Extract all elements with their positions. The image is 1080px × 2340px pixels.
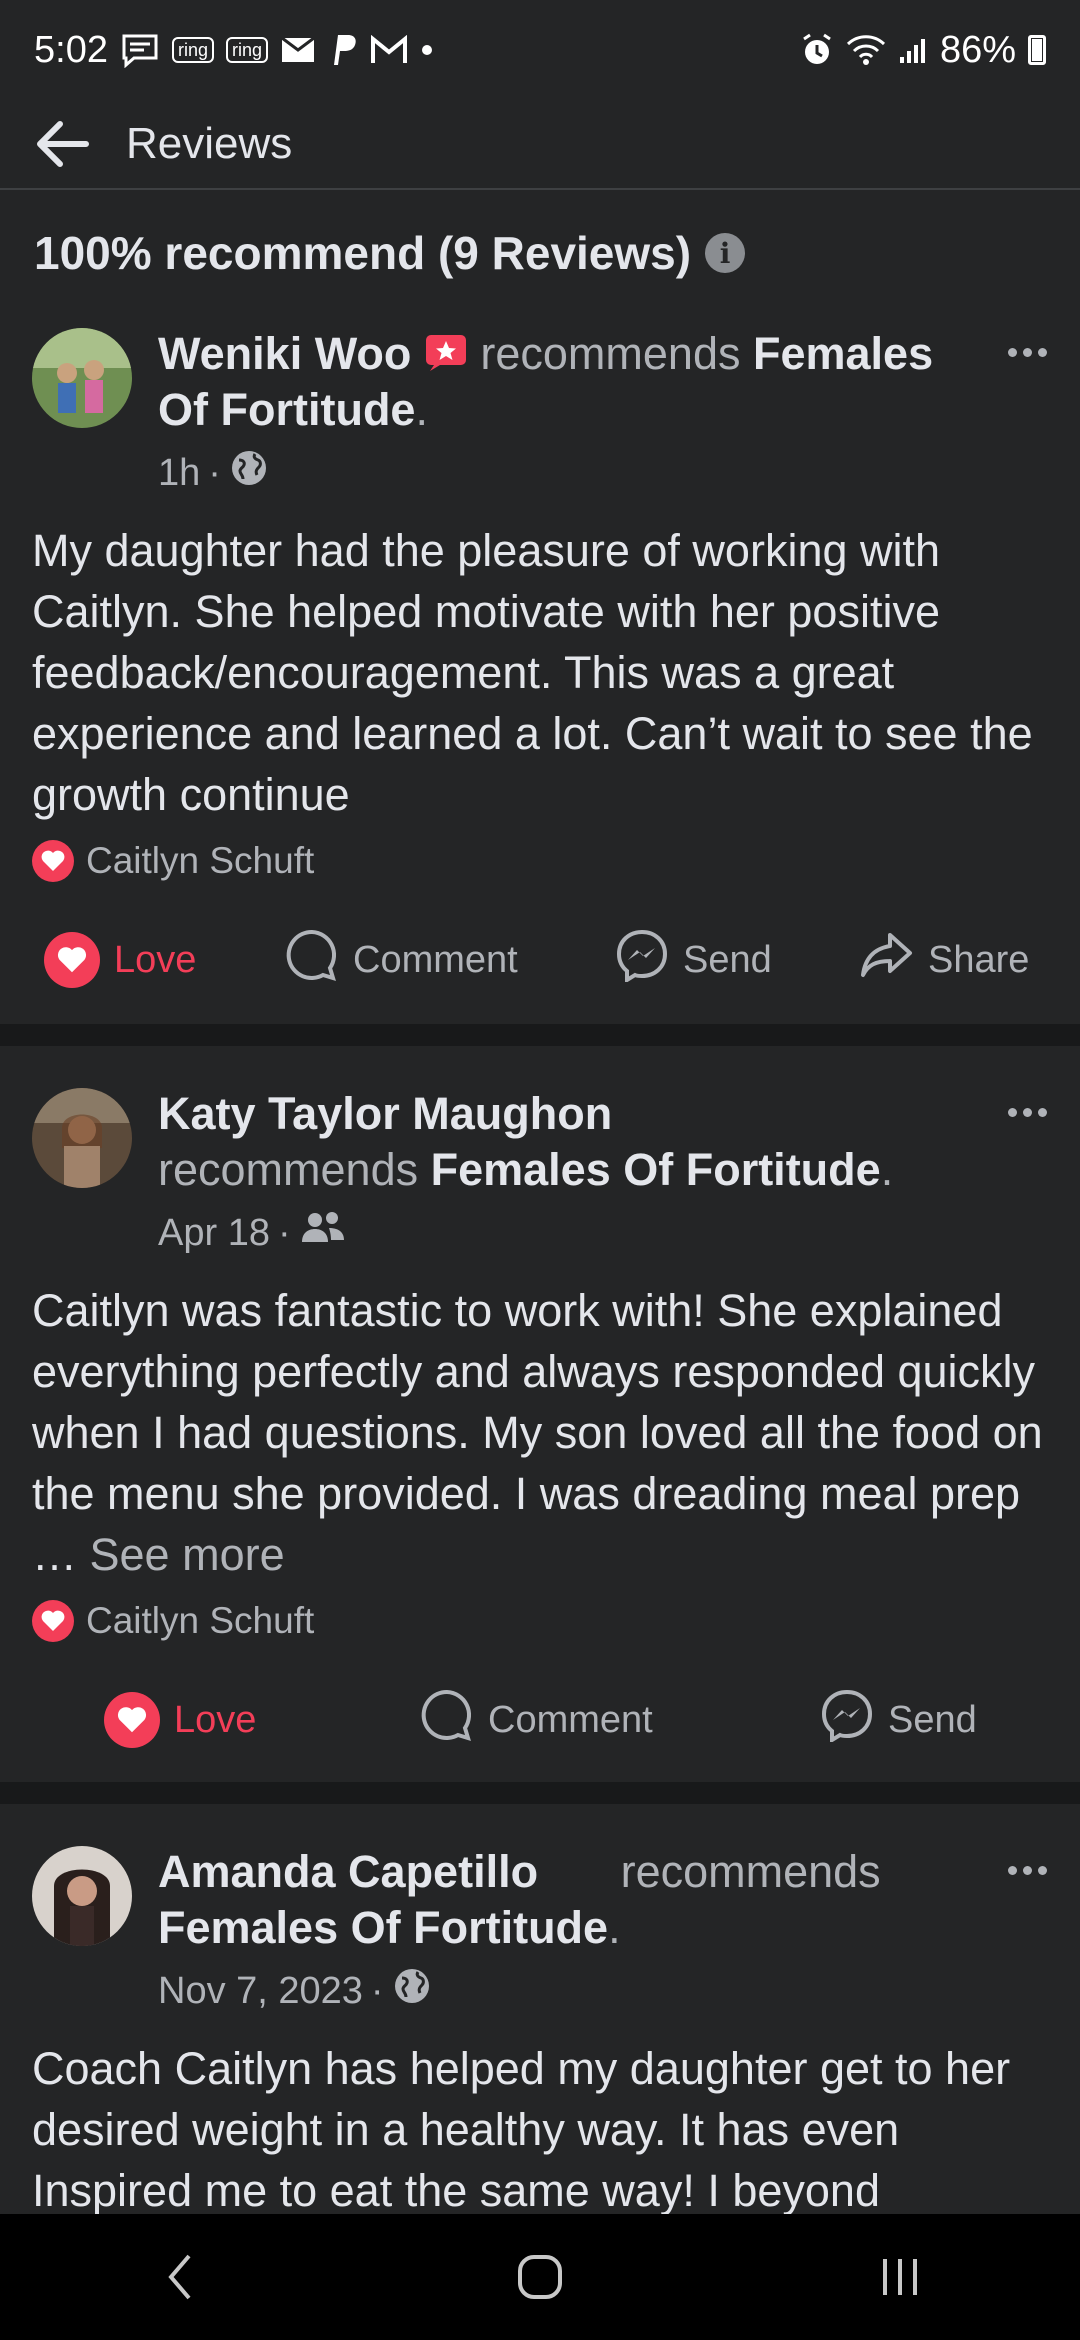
- share-icon: [860, 931, 914, 989]
- system-nav-bar: [0, 2214, 1080, 2340]
- share-button[interactable]: Share: [860, 931, 1029, 989]
- globe-icon: [392, 1966, 432, 2016]
- review-author-line: Weniki Woo recommends Females Of Fortitu…: [158, 328, 934, 435]
- status-bar: 5:02 ring ring 86%: [0, 0, 1080, 100]
- page-title: Reviews: [126, 119, 293, 168]
- action-bar: Love Comment Send: [0, 1680, 1080, 1760]
- status-left: 5:02 ring ring: [34, 29, 434, 72]
- author-name[interactable]: Katy Taylor Maughon: [158, 1088, 612, 1139]
- review-text: Coach Caitlyn has helped my daughter get…: [32, 2043, 1011, 2216]
- send-label: Send: [888, 1698, 977, 1741]
- post-time[interactable]: Nov 7, 2023: [158, 1970, 363, 2013]
- ring-app-icon-2: ring: [225, 37, 268, 63]
- recommends-verb: recommends: [620, 1846, 881, 1897]
- status-right: 86%: [800, 29, 1046, 72]
- more-options-icon[interactable]: [1002, 1858, 1052, 1882]
- review-text: My daughter had the pleasure of working …: [32, 525, 1033, 820]
- love-button[interactable]: Love: [104, 1692, 256, 1748]
- ring-app-icon: ring: [171, 37, 214, 63]
- nav-back-icon[interactable]: [120, 2237, 240, 2317]
- review-author-line: Katy Taylor Maughon recommends Females O…: [158, 1088, 894, 1195]
- comment-icon: [285, 928, 339, 992]
- summary-text: 100% recommend (9 Reviews): [34, 227, 692, 279]
- review-author-line: Amanda Capetillo recommends Females Of F…: [158, 1846, 881, 1953]
- send-button[interactable]: Send: [820, 1688, 977, 1752]
- author-name[interactable]: Weniki Woo: [158, 328, 411, 379]
- globe-icon: [229, 448, 269, 498]
- battery-icon: [1028, 35, 1046, 65]
- author-name[interactable]: Amanda Capetillo: [158, 1846, 538, 1897]
- post-time[interactable]: Apr 18: [158, 1212, 270, 1255]
- friends-icon: [299, 1208, 347, 1258]
- page-name-link[interactable]: Females Of Fortitude: [158, 1902, 608, 1953]
- reaction-summary[interactable]: Caitlyn Schuft: [32, 1600, 314, 1642]
- see-more-link[interactable]: See more: [90, 1529, 285, 1580]
- avatar[interactable]: [32, 1846, 132, 1946]
- comment-label: Comment: [353, 938, 518, 981]
- love-reaction-icon: [32, 840, 74, 882]
- review-text: Caitlyn was fantastic to work with! She …: [32, 1280, 1052, 1585]
- love-icon: [104, 1692, 160, 1748]
- love-reaction-icon: [32, 1600, 74, 1642]
- avatar[interactable]: [32, 1088, 132, 1188]
- send-label: Send: [683, 938, 772, 981]
- love-label: Love: [174, 1698, 257, 1741]
- share-label: Share: [928, 938, 1030, 981]
- messenger-icon: [615, 928, 669, 992]
- info-icon[interactable]: i: [705, 233, 746, 273]
- more-options-icon[interactable]: [1002, 340, 1052, 364]
- recommends-verb: recommends: [158, 1144, 419, 1195]
- recommend-summary: 100% recommend (9 Reviews) i: [34, 226, 746, 280]
- wifi-icon: [846, 34, 886, 66]
- message-icon: [120, 32, 160, 68]
- card-divider: [0, 1024, 1080, 1046]
- comment-icon: [420, 1688, 474, 1752]
- action-bar: Love Comment Send Share: [0, 920, 1080, 1000]
- reaction-summary[interactable]: Caitlyn Schuft: [32, 840, 314, 882]
- love-icon: [44, 932, 100, 988]
- review-meta: Nov 7, 2023 ·: [158, 1966, 432, 2016]
- love-label: Love: [114, 938, 197, 981]
- signal-icon: [898, 35, 928, 65]
- profile-badge-icon: [424, 328, 468, 379]
- review-meta: 1h ·: [158, 448, 269, 498]
- battery-percent: 86%: [939, 28, 1016, 71]
- notification-dot-icon: [420, 43, 434, 57]
- mail-icon: [280, 36, 316, 64]
- reactor-name: Caitlyn Schuft: [86, 1600, 315, 1641]
- more-options-icon[interactable]: [1002, 1100, 1052, 1124]
- comment-button[interactable]: Comment: [285, 928, 518, 992]
- app-header: Reviews: [0, 100, 1080, 190]
- page-name-link[interactable]: Females Of Fortitude: [431, 1144, 881, 1195]
- clock: 5:02: [34, 28, 108, 71]
- recommends-verb: recommends: [480, 328, 741, 379]
- card-divider: [0, 1782, 1080, 1804]
- comment-label: Comment: [488, 1698, 653, 1741]
- back-arrow-icon[interactable]: [30, 112, 94, 176]
- avatar[interactable]: [32, 328, 132, 428]
- nav-recents-icon[interactable]: [840, 2237, 960, 2317]
- love-button[interactable]: Love: [44, 932, 196, 988]
- paypal-icon: [328, 33, 358, 67]
- reactor-name: Caitlyn Schuft: [86, 840, 315, 881]
- post-time[interactable]: 1h: [158, 452, 200, 495]
- nav-home-icon[interactable]: [480, 2237, 600, 2317]
- messenger-icon: [820, 1688, 874, 1752]
- comment-button[interactable]: Comment: [420, 1688, 653, 1752]
- alarm-icon: [800, 33, 834, 67]
- review-meta: Apr 18 ·: [158, 1208, 347, 1258]
- gmail-icon: [370, 35, 408, 65]
- send-button[interactable]: Send: [615, 928, 772, 992]
